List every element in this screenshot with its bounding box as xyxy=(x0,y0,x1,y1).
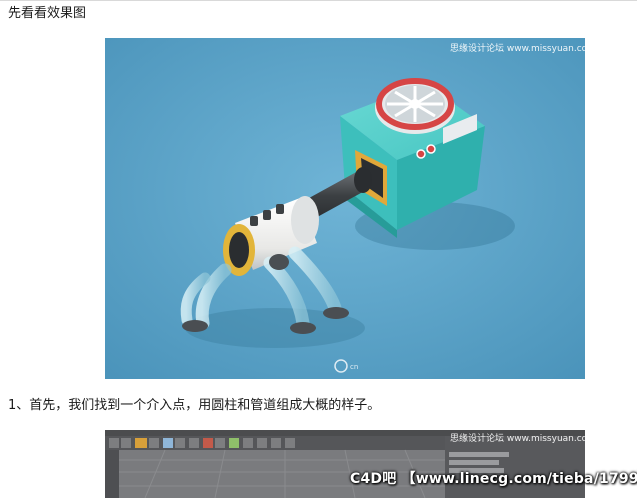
svg-text:cn: cn xyxy=(350,363,358,371)
c4d-left-palette xyxy=(105,450,119,498)
article-heading: 先看看效果图 xyxy=(8,6,87,21)
page-top-border xyxy=(0,0,637,1)
step-1-text: 1、首先，我们找到一个介入点，用圆柱和管道组成大概的样子。 xyxy=(8,398,381,413)
forum-stamp: C4D吧 【www.linecg.com/tieba/1799】 xyxy=(350,471,637,487)
fan-ring xyxy=(375,78,455,134)
result-preview-image: 思缘设计论坛 www.missyuan.com cn xyxy=(105,38,585,379)
image-watermark: 思缘设计论坛 www.missyuan.com xyxy=(450,42,585,54)
c4d-object-manager xyxy=(445,436,585,498)
screenshot-watermark: 思缘设计论坛 www.missyuan.com xyxy=(450,432,585,444)
